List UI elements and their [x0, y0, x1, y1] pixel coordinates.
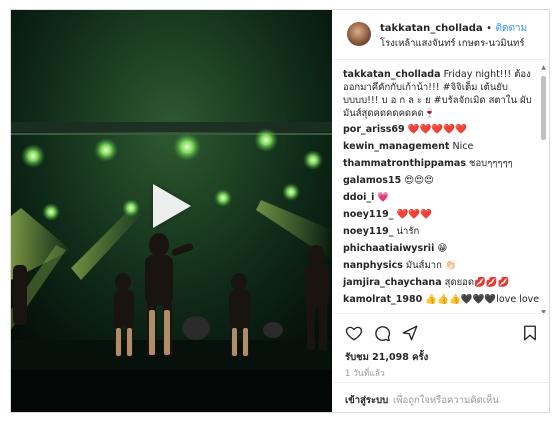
post-username[interactable]: takkatan_chollada: [380, 23, 483, 34]
caption: takkatan_chollada Friday night!!! ต้องออ…: [343, 68, 539, 120]
action-bar: รับชม 21,098 ครั้ง 1 วันที่แล้ว เข้าสู่ร…: [333, 313, 549, 412]
separator-dot: •: [486, 23, 493, 34]
comment-item: por_ariss69 ❤️❤️❤️❤️❤️: [343, 124, 539, 141]
comment-username[interactable]: por_ariss69: [343, 124, 405, 135]
comment-list[interactable]: takkatan_chollada Friday night!!! ต้องออ…: [343, 68, 539, 310]
comment-item: jamjira_chaychana สุดยอด💋💋💋: [343, 277, 539, 294]
comment-username[interactable]: kamolrat_1980: [343, 294, 422, 305]
caption-username[interactable]: takkatan_chollada: [343, 69, 441, 80]
bookmark-icon[interactable]: [521, 324, 539, 342]
share-icon[interactable]: [401, 324, 419, 342]
login-prompt-text: เพื่อถูกใจหรือความคิดเห็น: [393, 395, 499, 406]
comment-item: thammatronthippamas ชอบๆๆๆๆๆ: [343, 158, 539, 175]
comment-item: noey119_ ❤️❤️❤️: [343, 209, 539, 226]
comment-username[interactable]: thammatronthippamas: [343, 158, 466, 169]
comment-text: 😁: [437, 243, 448, 254]
avatar[interactable]: [347, 22, 371, 46]
post-username-row: takkatan_chollada • ติดตาม: [380, 21, 527, 36]
heart-icon[interactable]: [345, 324, 363, 342]
comment-item: kamolrat_1980 👍👍👍🖤🖤🖤love love: [343, 294, 539, 310]
follow-button[interactable]: ติดตาม: [496, 23, 528, 34]
video-player[interactable]: [11, 10, 332, 412]
play-icon[interactable]: [153, 184, 191, 228]
scroll-up-icon[interactable]: ▲: [540, 64, 547, 71]
location-link[interactable]: โรงเหล้าแสงจันทร์ เกษตร-นวมินทร์: [380, 36, 524, 51]
comment-username[interactable]: galamos15: [343, 175, 401, 186]
comment-text: ❤️❤️❤️: [396, 209, 433, 220]
comment-text: 👍👍👍🖤🖤🖤love love: [425, 294, 539, 305]
comment-text: 😍😍😍: [404, 175, 434, 186]
comment-text: ❤️❤️❤️❤️❤️: [407, 124, 467, 135]
comment-username[interactable]: ddoi_i: [343, 192, 374, 203]
scrollbar-thumb[interactable]: [541, 76, 546, 140]
comment-username[interactable]: nanphysics: [343, 260, 403, 271]
post-dialog: takkatan_chollada • ติดตาม โรงเหล้าแสงจั…: [10, 9, 550, 413]
post-timestamp[interactable]: 1 วันที่แล้ว: [345, 366, 385, 380]
comment-text: ชอบๆๆๆๆๆ: [469, 158, 513, 169]
comment-icon[interactable]: [373, 324, 391, 342]
comment-item: nanphysics มันส์มาก 👏🏻: [343, 260, 539, 277]
comment-text: 💗: [377, 192, 390, 203]
comment-item: noey119_ น่ารัก: [343, 226, 539, 243]
comment-item: ddoi_i 💗: [343, 192, 539, 209]
comment-username[interactable]: phichaatiaiwysrii: [343, 243, 434, 254]
comment-username[interactable]: noey119_: [343, 226, 394, 237]
comment-text: สุดยอด💋💋💋: [444, 277, 510, 288]
login-link[interactable]: เข้าสู่ระบบ: [345, 393, 388, 408]
add-comment-bar: เข้าสู่ระบบ เพื่อถูกใจหรือความคิดเห็น: [333, 382, 549, 413]
comment-text: Nice: [452, 141, 474, 152]
comment-text: น่ารัก: [396, 226, 420, 237]
comment-item: galamos15 😍😍😍: [343, 175, 539, 192]
comment-username[interactable]: jamjira_chaychana: [343, 277, 442, 288]
comment-scrollbar[interactable]: ▲ ▼: [540, 64, 547, 316]
view-count[interactable]: รับชม 21,098 ครั้ง: [345, 350, 428, 365]
comment-username[interactable]: noey119_: [343, 209, 394, 220]
post-header: takkatan_chollada • ติดตาม โรงเหล้าแสงจั…: [333, 10, 549, 60]
comment-item: kewin_management Nice: [343, 141, 539, 158]
post-sidebar: takkatan_chollada • ติดตาม โรงเหล้าแสงจั…: [333, 10, 549, 412]
comment-item: phichaatiaiwysrii 😁: [343, 243, 539, 260]
comment-text: มันส์มาก 👏🏻: [405, 260, 457, 271]
comment-username[interactable]: kewin_management: [343, 141, 449, 152]
